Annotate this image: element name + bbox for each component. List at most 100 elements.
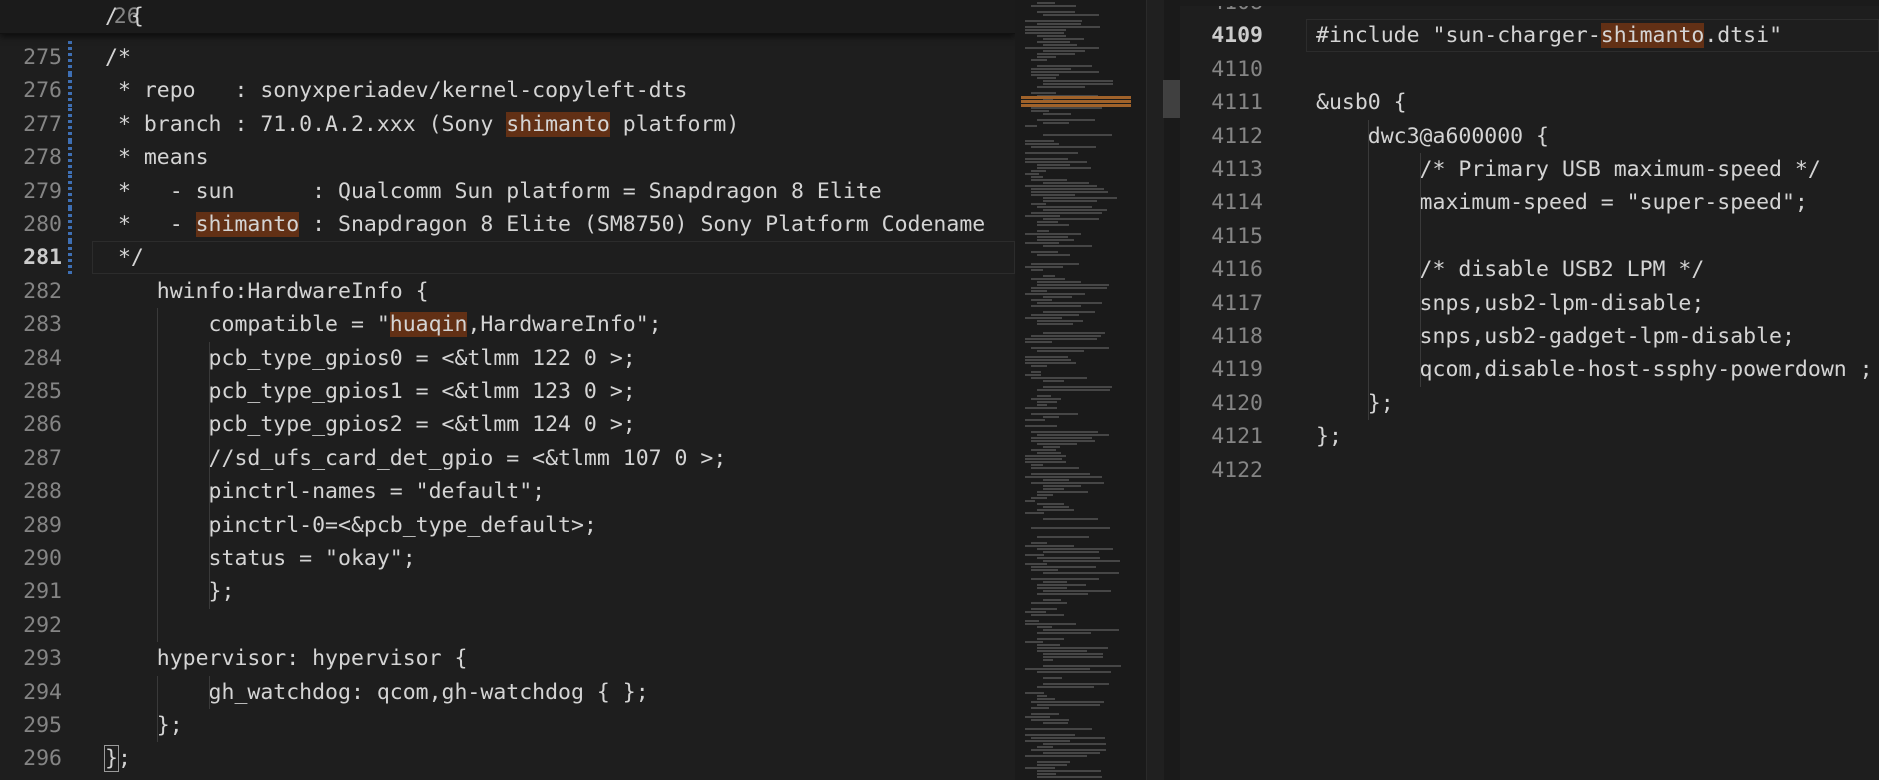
minimap-line (1037, 452, 1061, 454)
minimap-match-marker (1021, 104, 1131, 107)
line-number: 4118 (1211, 324, 1263, 349)
modified-indicator (68, 208, 72, 241)
minimap-line (1031, 707, 1049, 709)
code-line[interactable]: 279 * - sun : Qualcomm Sun platform = Sn… (0, 174, 1015, 208)
code-line[interactable]: 284 pcb_type_gpios0 = <&tlmm 122 0 >; (0, 342, 1015, 375)
code-segment: * - (105, 212, 196, 237)
minimap-line (1025, 143, 1059, 145)
code-line[interactable]: 4113 /* Primary USB maximum-speed */ (1180, 153, 1879, 186)
minimap-line (1025, 152, 1078, 154)
minimap-line (1037, 746, 1053, 748)
minimap-line (1037, 86, 1085, 88)
code-line[interactable]: 286 pcb_type_gpios2 = <&tlmm 124 0 >; (0, 408, 1015, 441)
minimap-line (1031, 464, 1043, 466)
minimap-line (1025, 215, 1060, 217)
code-line[interactable]: 4120 }; (1180, 387, 1879, 420)
minimap-line (1043, 659, 1053, 661)
code-line[interactable]: 282 hwinfo:HardwareInfo { (0, 275, 1015, 308)
line-number: 286 (23, 412, 62, 438)
minimap-line (1031, 110, 1049, 112)
indent-guide (1420, 153, 1421, 387)
minimap-line (1025, 266, 1063, 268)
minimap-slider[interactable] (1163, 80, 1180, 118)
code-line[interactable]: 290 status = "okay"; (0, 542, 1015, 575)
code-line[interactable]: 289 pinctrl-0=<&pcb_type_default>; (0, 509, 1015, 542)
minimap-line (1025, 293, 1085, 295)
code-line[interactable]: 278 * means (0, 141, 1015, 175)
code-line[interactable]: 4116 /* disable USB2 LPM */ (1180, 253, 1879, 286)
minimap-line (1031, 92, 1056, 94)
code-text: snps,usb2-gadget-lpm-disable; (1316, 324, 1795, 349)
code-line[interactable]: 288 pinctrl-names = "default"; (0, 475, 1015, 508)
code-line[interactable]: 277 * branch : 71.0.A.2.xxx (Sony shiman… (0, 107, 1015, 141)
minimap-line (1037, 695, 1047, 697)
code-segment: #include "sun-charger- (1316, 23, 1601, 49)
minimap-line (1031, 365, 1047, 367)
code-line[interactable]: 281 */ (0, 241, 1015, 275)
code-line[interactable]: 4119 qcom,disable-host-ssphy-powerdown ; (1180, 353, 1879, 386)
minimap[interactable] (1015, 0, 1180, 780)
code-text: snps,usb2-lpm-disable; (1316, 290, 1705, 316)
code-line[interactable]: 276 * repo : sonyxperiadev/kernel-copyle… (0, 74, 1015, 108)
minimap-line (1043, 446, 1060, 448)
code-line[interactable]: 285 pcb_type_gpios1 = <&tlmm 123 0 >; (0, 375, 1015, 408)
code-text: * - sun : Qualcomm Sun platform = Snapdr… (105, 178, 882, 204)
minimap-line (1031, 251, 1058, 253)
line-number: 288 (23, 479, 62, 505)
code-line[interactable]: 287 //sd_ufs_card_det_gpio = <&tlmm 107 … (0, 442, 1015, 475)
code-line[interactable]: 4122 (1180, 454, 1879, 487)
minimap-line (1043, 416, 1059, 418)
left-editor-pane[interactable]: 26 / { 275/* 276 * repo : sonyxperiadev/k… (0, 0, 1015, 780)
code-line[interactable]: 4109 #include "sun-charger-shimanto.dtsi" (1180, 19, 1879, 53)
minimap-line (1025, 554, 1044, 556)
minimap-line (1043, 182, 1089, 184)
code-line[interactable]: 4121}; (1180, 420, 1879, 453)
minimap-line (1031, 146, 1096, 148)
right-editor-pane[interactable]: 4108 4109 #include "sun-charger-shimanto.d… (1180, 0, 1879, 780)
minimap-line (1031, 194, 1075, 196)
minimap-line (1031, 305, 1081, 307)
cursor-line-highlight (92, 241, 1015, 275)
code-line[interactable]: 4111 &usb0 { (1180, 86, 1879, 119)
code-line[interactable]: 280 * - shimanto : Snapdragon 8 Elite (S… (0, 208, 1015, 241)
code-line[interactable]: 4118 snps,usb2-gadget-lpm-disable; (1180, 320, 1879, 353)
minimap-line (1043, 752, 1100, 754)
code-line[interactable]: 4115 (1180, 220, 1879, 253)
minimap-line (1037, 776, 1102, 778)
code-line[interactable]: 275/* (0, 41, 1015, 74)
sticky-scroll-header[interactable]: 26 / { (0, 0, 1015, 34)
minimap-line (1037, 647, 1108, 649)
code-line[interactable]: 296}; (0, 742, 1015, 775)
line-number: 4120 (1211, 390, 1263, 416)
line-number: 296 (23, 746, 62, 772)
minimap-line (1031, 431, 1098, 433)
line-number: 279 (23, 178, 62, 204)
line-number: 293 (23, 646, 62, 672)
line-number: 280 (23, 212, 62, 237)
minimap-line (1037, 167, 1091, 169)
code-text: /* disable USB2 LPM */ (1316, 257, 1705, 283)
code-line[interactable]: 4110 (1180, 53, 1879, 86)
minimap-scrollbar[interactable] (1146, 0, 1164, 780)
code-line[interactable]: 294 gh_watchdog: qcom,gh-watchdog { }; (0, 676, 1015, 709)
minimap-line (1025, 374, 1041, 376)
minimap-line (1031, 191, 1108, 193)
code-line[interactable]: 292 (0, 609, 1015, 642)
code-line[interactable]: 283 compatible = "huaqin,HardwareInfo"; (0, 308, 1015, 341)
code-line[interactable]: 4112 dwc3@a600000 { (1180, 120, 1879, 153)
minimap-line (1025, 161, 1087, 163)
code-line[interactable]: 293 hypervisor: hypervisor { (0, 642, 1015, 675)
minimap-line (1025, 158, 1068, 160)
minimap-line (1031, 68, 1071, 70)
minimap-line (1025, 620, 1039, 622)
minimap-line (1025, 716, 1050, 718)
code-line[interactable]: 4117 snps,usb2-lpm-disable; (1180, 287, 1879, 320)
code-text: / { (105, 4, 144, 29)
code-line[interactable]: 4114 maximum-speed = "super-speed"; (1180, 186, 1879, 219)
minimap-line (1025, 356, 1068, 358)
code-line[interactable]: 295 }; (0, 709, 1015, 742)
minimap-line (1037, 644, 1060, 646)
code-line[interactable]: 291 }; (0, 575, 1015, 608)
code-text: pinctrl-0=<&pcb_type_default>; (105, 512, 597, 538)
minimap-line (1025, 419, 1045, 421)
